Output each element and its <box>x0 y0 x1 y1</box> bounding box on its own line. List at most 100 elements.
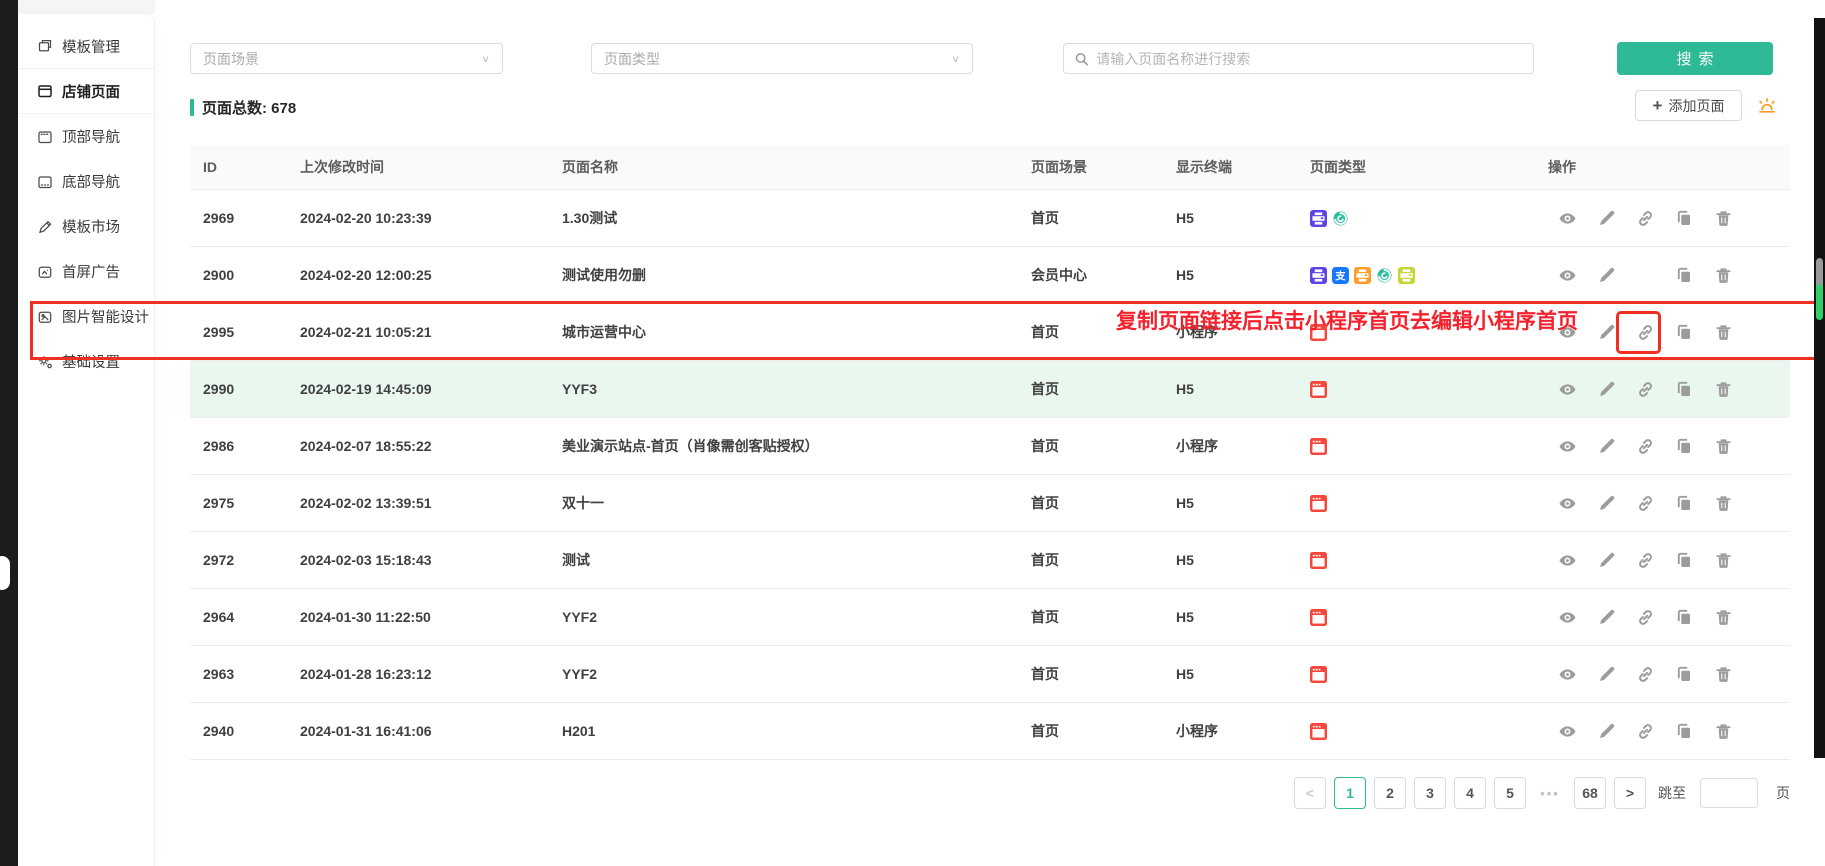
pagination-page-2[interactable]: 2 <box>1374 777 1406 809</box>
sidebar-item-label: 底部导航 <box>62 171 120 192</box>
delete-icon[interactable] <box>1713 208 1733 228</box>
cell-terminal: H5 <box>1176 609 1310 625</box>
sidebar-item-4[interactable]: 模板市场 <box>18 204 154 249</box>
pagination-page-3[interactable]: 3 <box>1414 777 1446 809</box>
scrollbar-thumb-green[interactable] <box>1816 284 1823 320</box>
delete-icon[interactable] <box>1713 550 1733 570</box>
sidebar-item-2[interactable]: 顶部导航 <box>18 114 154 159</box>
sidebar-item-0[interactable]: 模板管理 <box>18 24 154 69</box>
copy-icon[interactable] <box>1674 379 1694 399</box>
link-icon[interactable] <box>1635 379 1655 399</box>
delete-icon[interactable] <box>1713 322 1733 342</box>
edit-icon[interactable] <box>1596 664 1616 684</box>
cell-modified-time: 2024-01-30 11:22:50 <box>300 609 562 625</box>
page-type-select[interactable]: 页面类型 ∨ <box>591 43 973 74</box>
sidebar-item-5[interactable]: 首屏广告 <box>18 249 154 294</box>
edit-icon[interactable] <box>1596 322 1616 342</box>
copy-icon[interactable] <box>1674 322 1694 342</box>
pagination-next-button[interactable]: > <box>1614 777 1646 809</box>
view-icon[interactable] <box>1557 607 1577 627</box>
add-page-label: 添加页面 <box>1668 96 1724 116</box>
chevron-down-icon: ∨ <box>951 53 960 64</box>
sidebar-item-3[interactable]: 底部导航 <box>18 159 154 204</box>
svg-text:支: 支 <box>1334 269 1346 282</box>
view-icon[interactable] <box>1557 721 1577 741</box>
edit-icon[interactable] <box>1596 436 1616 456</box>
link-icon[interactable] <box>1635 664 1655 684</box>
edit-icon[interactable] <box>1596 208 1616 228</box>
page-scene-placeholder: 页面场景 <box>203 49 259 69</box>
delete-icon[interactable] <box>1713 721 1733 741</box>
copy-icon[interactable] <box>1674 607 1694 627</box>
siren-alert-icon[interactable] <box>1756 95 1778 117</box>
pagination-page-5[interactable]: 5 <box>1494 777 1526 809</box>
copy-icon[interactable] <box>1674 721 1694 741</box>
cell-page-scene: 首页 <box>1031 208 1176 228</box>
cell-page-scene: 首页 <box>1031 322 1176 342</box>
cell-modified-time: 2024-02-02 13:39:51 <box>300 495 562 511</box>
view-icon[interactable] <box>1557 379 1577 399</box>
copy-icon[interactable] <box>1674 493 1694 513</box>
cell-id: 2990 <box>203 381 300 397</box>
link-icon[interactable] <box>1635 607 1655 627</box>
search-button[interactable]: 搜索 <box>1617 42 1773 75</box>
left-panel-handle[interactable] <box>0 556 10 590</box>
edit-icon[interactable] <box>1596 607 1616 627</box>
edit-icon[interactable] <box>1596 265 1616 285</box>
link-icon[interactable] <box>1635 436 1655 456</box>
view-icon[interactable] <box>1557 550 1577 570</box>
cell-terminal: H5 <box>1176 495 1310 511</box>
link-icon[interactable] <box>1635 721 1655 741</box>
delete-icon[interactable] <box>1713 607 1733 627</box>
delete-icon[interactable] <box>1713 493 1733 513</box>
view-icon[interactable] <box>1557 208 1577 228</box>
delete-icon[interactable] <box>1713 664 1733 684</box>
sidebar-item-label: 图片智能设计 <box>62 306 149 327</box>
delete-icon[interactable] <box>1713 436 1733 456</box>
sidebar-item-6[interactable]: 图片智能设计 <box>18 294 154 339</box>
sidebar-item-1[interactable]: 店铺页面 <box>18 69 154 114</box>
view-icon[interactable] <box>1557 436 1577 456</box>
copy-icon[interactable] <box>1674 265 1694 285</box>
page-scene-select[interactable]: 页面场景 ∨ <box>190 43 503 74</box>
link-icon[interactable] <box>1635 208 1655 228</box>
red-page-icon <box>1310 552 1327 569</box>
copy-icon[interactable] <box>1674 550 1694 570</box>
pagination-prev-button[interactable]: < <box>1294 777 1326 809</box>
jump-to-page-input[interactable] <box>1700 778 1758 808</box>
cell-page-name: YYF2 <box>562 666 1031 682</box>
cell-terminal: 小程序 <box>1176 721 1310 741</box>
cell-actions <box>1548 493 1790 513</box>
page-unit-label: 页 <box>1776 783 1790 803</box>
pen-icon <box>37 219 53 235</box>
edit-icon[interactable] <box>1596 550 1616 570</box>
red-page-icon <box>1310 666 1327 683</box>
browser-icon <box>37 83 53 99</box>
copy-icon[interactable] <box>1674 208 1694 228</box>
edit-icon[interactable] <box>1596 379 1616 399</box>
view-icon[interactable] <box>1557 322 1577 342</box>
copy-icon[interactable] <box>1674 664 1694 684</box>
cell-actions <box>1548 379 1790 399</box>
copy-icon[interactable] <box>1674 436 1694 456</box>
add-page-button[interactable]: + 添加页面 <box>1635 90 1742 121</box>
edit-icon[interactable] <box>1596 721 1616 741</box>
pagination-page-4[interactable]: 4 <box>1454 777 1486 809</box>
delete-icon[interactable] <box>1713 265 1733 285</box>
lime-app-icon <box>1398 267 1415 284</box>
link-icon[interactable] <box>1635 550 1655 570</box>
view-icon[interactable] <box>1557 265 1577 285</box>
cell-actions <box>1548 265 1790 285</box>
pagination-page-1[interactable]: 1 <box>1334 777 1366 809</box>
sidebar-item-7[interactable]: 基础设置 <box>18 339 154 384</box>
link-icon[interactable] <box>1635 322 1655 342</box>
edit-icon[interactable] <box>1596 493 1616 513</box>
delete-icon[interactable] <box>1713 379 1733 399</box>
search-input[interactable] <box>1096 51 1523 67</box>
link-icon[interactable] <box>1635 493 1655 513</box>
view-icon[interactable] <box>1557 493 1577 513</box>
sidebar-item-label: 顶部导航 <box>62 126 120 147</box>
pagination-page-68[interactable]: 68 <box>1574 777 1606 809</box>
view-icon[interactable] <box>1557 664 1577 684</box>
cell-page-scene: 首页 <box>1031 436 1176 456</box>
